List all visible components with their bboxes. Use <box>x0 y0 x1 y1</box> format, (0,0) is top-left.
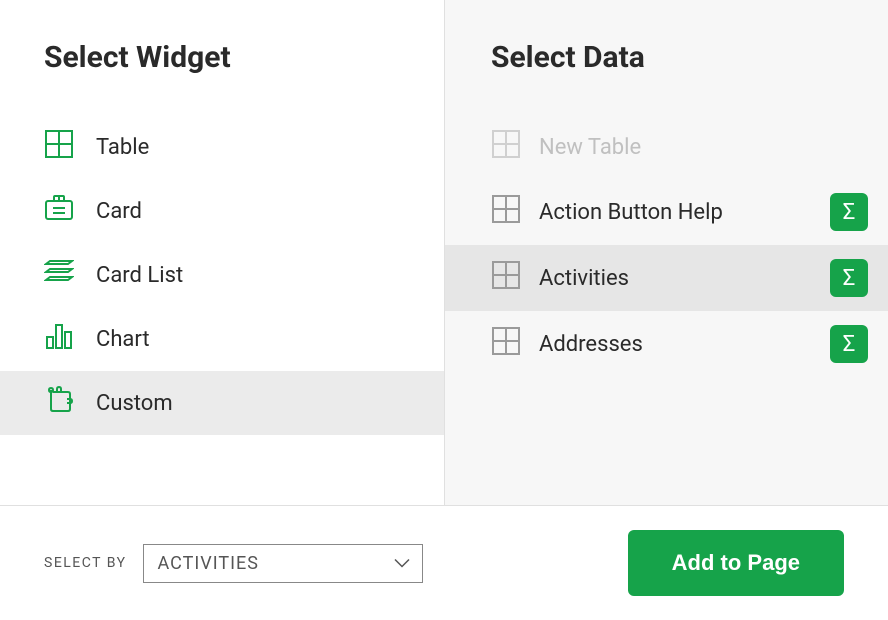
widget-item-label: Custom <box>96 391 173 416</box>
select-by-value: ACTIVITIES <box>158 553 259 574</box>
data-item-activities[interactable]: Activities Σ <box>445 245 888 311</box>
widget-item-table[interactable]: Table <box>0 115 444 179</box>
select-data-title: Select Data <box>445 40 888 115</box>
custom-icon <box>44 385 74 421</box>
grid-icon <box>491 194 521 230</box>
chart-icon <box>44 321 74 357</box>
data-item-label: Addresses <box>539 332 812 357</box>
widget-item-custom[interactable]: Custom <box>0 371 444 435</box>
grid-icon <box>491 129 521 165</box>
grid-icon <box>491 326 521 362</box>
data-item-addresses[interactable]: Addresses Σ <box>445 311 888 377</box>
card-list-icon <box>44 257 74 293</box>
data-item-new-table: New Table <box>445 115 888 179</box>
footer: SELECT BY ACTIVITIES Add to Page <box>0 505 888 620</box>
data-list: New Table Action Button Help Σ <box>445 115 888 377</box>
select-by-label: SELECT BY <box>44 555 127 571</box>
sigma-icon[interactable]: Σ <box>830 193 868 231</box>
widget-item-chart[interactable]: Chart <box>0 307 444 371</box>
widget-item-label: Table <box>96 135 149 160</box>
data-item-action-button-help[interactable]: Action Button Help Σ <box>445 179 888 245</box>
widget-item-card[interactable]: Card <box>0 179 444 243</box>
widget-item-label: Card List <box>96 263 183 288</box>
select-data-panel: Select Data New Table <box>445 0 888 505</box>
table-icon <box>44 129 74 165</box>
widget-item-label: Card <box>96 199 142 224</box>
data-item-label: Action Button Help <box>539 200 812 225</box>
card-icon <box>44 193 74 229</box>
widget-item-card-list[interactable]: Card List <box>0 243 444 307</box>
select-widget-panel: Select Widget Table <box>0 0 445 505</box>
widget-item-label: Chart <box>96 327 150 352</box>
grid-icon <box>491 260 521 296</box>
select-widget-title: Select Widget <box>0 40 444 115</box>
sigma-icon[interactable]: Σ <box>830 325 868 363</box>
chevron-down-icon <box>394 554 410 573</box>
select-by-dropdown[interactable]: ACTIVITIES <box>143 544 423 583</box>
data-item-label: Activities <box>539 266 812 291</box>
sigma-icon[interactable]: Σ <box>830 259 868 297</box>
data-item-label: New Table <box>539 135 868 160</box>
widget-list: Table Card <box>0 115 444 435</box>
add-to-page-button[interactable]: Add to Page <box>628 530 844 596</box>
